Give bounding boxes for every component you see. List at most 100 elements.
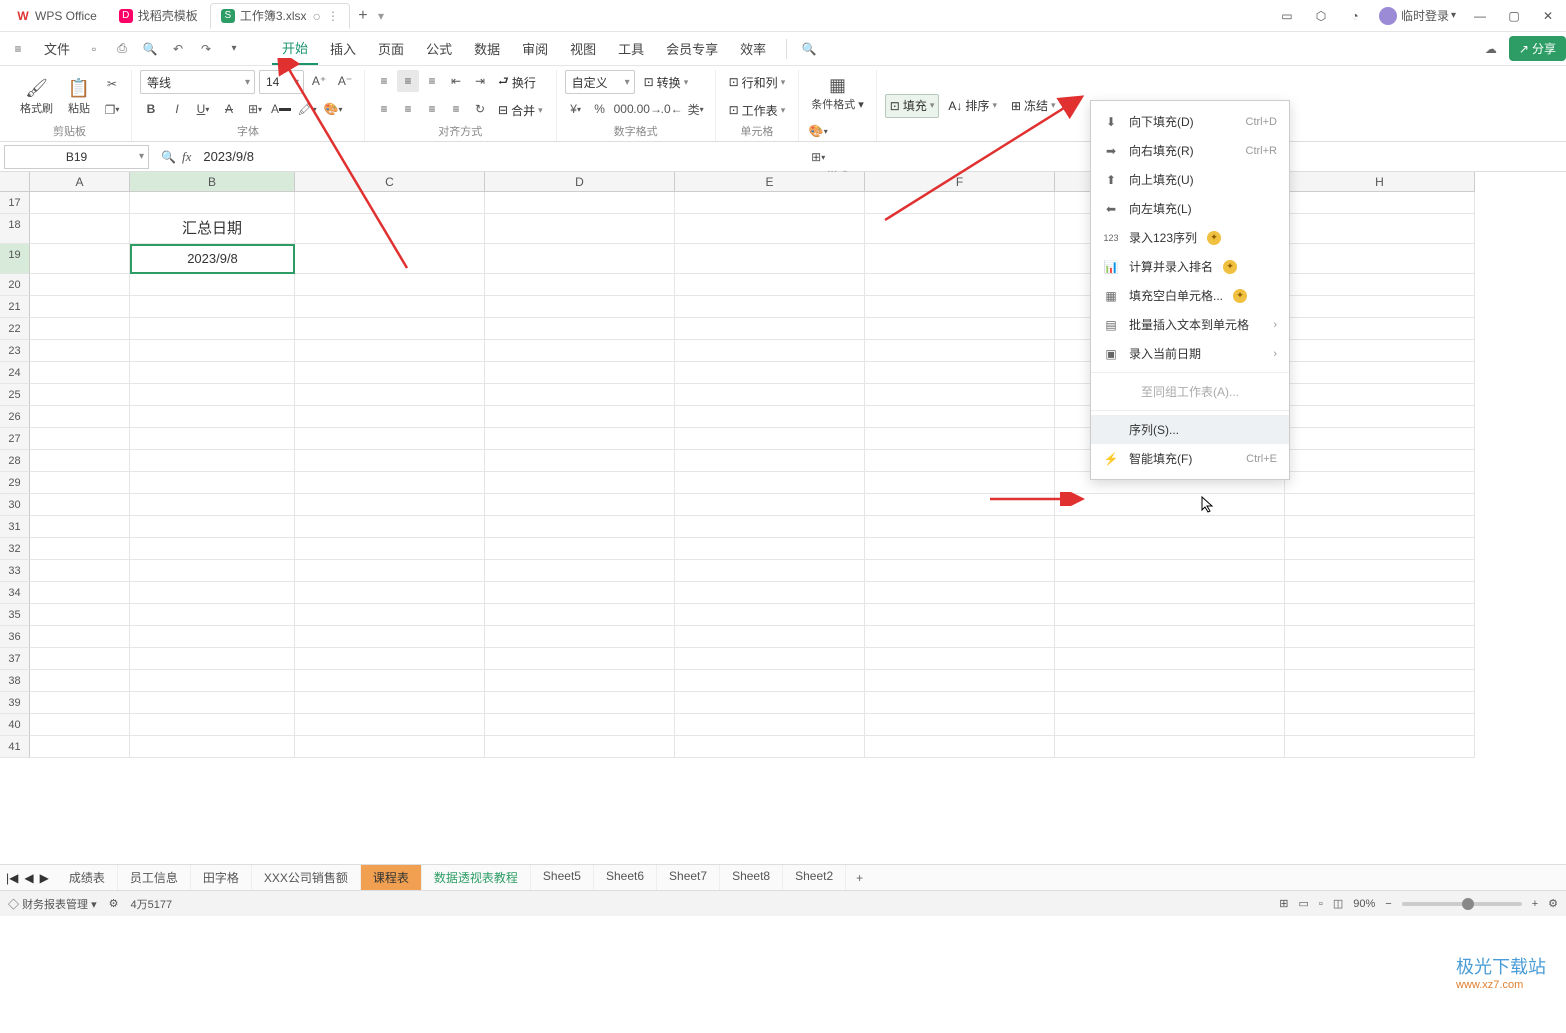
cell[interactable] xyxy=(130,670,295,692)
cell[interactable] xyxy=(130,560,295,582)
status-left[interactable]: ◇ 财务报表管理 ▾ xyxy=(8,896,97,912)
cell[interactable] xyxy=(30,494,130,516)
search-icon[interactable]: 🔍 xyxy=(797,37,821,61)
row-header[interactable]: 40 xyxy=(0,714,30,736)
zoom-slider[interactable] xyxy=(1402,902,1522,906)
type-icon[interactable]: 类▾ xyxy=(685,98,707,120)
row-header[interactable]: 24 xyxy=(0,362,30,384)
font-shrink-icon[interactable]: A⁻ xyxy=(334,70,356,92)
cell[interactable] xyxy=(675,244,865,274)
align-justify-icon[interactable]: ≡ xyxy=(445,98,467,120)
fill-down-item[interactable]: ⬇向下填充(D)Ctrl+D xyxy=(1091,107,1289,136)
sheet-tab[interactable]: Sheet8 xyxy=(720,865,783,890)
cell[interactable] xyxy=(1285,692,1475,714)
row-header[interactable]: 32 xyxy=(0,538,30,560)
tab-workbook[interactable]: S工作簿3.xlsx○⋮ xyxy=(210,3,350,29)
cell[interactable] xyxy=(295,340,485,362)
cell[interactable] xyxy=(295,244,485,274)
cell[interactable] xyxy=(130,538,295,560)
share-button[interactable]: ↗ 分享 xyxy=(1509,36,1566,61)
numfmt-select[interactable]: 自定义 xyxy=(565,70,635,94)
format-painter-button[interactable]: 🖌格式刷 xyxy=(16,74,57,120)
cell[interactable] xyxy=(295,560,485,582)
fill-up-item[interactable]: ⬆向上填充(U) xyxy=(1091,165,1289,194)
cell[interactable] xyxy=(675,406,865,428)
cell[interactable] xyxy=(485,296,675,318)
cell[interactable] xyxy=(295,362,485,384)
add-sheet-button[interactable]: + xyxy=(846,867,873,889)
cell[interactable] xyxy=(1055,648,1285,670)
worksheet-button[interactable]: ⊡工作表▾ xyxy=(724,98,791,122)
cell[interactable] xyxy=(130,736,295,758)
cell[interactable] xyxy=(1285,318,1475,340)
cell[interactable] xyxy=(675,450,865,472)
sheet-tab[interactable]: XXX公司销售额 xyxy=(252,865,361,890)
cell[interactable] xyxy=(485,626,675,648)
menu-data[interactable]: 数据 xyxy=(464,33,510,64)
cell[interactable] xyxy=(1285,648,1475,670)
font-color-icon[interactable]: A xyxy=(270,98,292,120)
cell[interactable] xyxy=(485,494,675,516)
cell[interactable] xyxy=(865,626,1055,648)
cell[interactable] xyxy=(485,428,675,450)
cell[interactable] xyxy=(675,192,865,214)
row-header[interactable]: 39 xyxy=(0,692,30,714)
fill-batch-text-item[interactable]: ▤批量插入文本到单元格› xyxy=(1091,310,1289,339)
cell[interactable] xyxy=(130,192,295,214)
cell[interactable] xyxy=(30,362,130,384)
row-header[interactable]: 19 xyxy=(0,244,30,274)
row-header[interactable]: 33 xyxy=(0,560,30,582)
cell[interactable] xyxy=(130,626,295,648)
font-size-select[interactable]: 14 xyxy=(259,70,304,94)
cell[interactable] xyxy=(1055,736,1285,758)
cell[interactable] xyxy=(30,516,130,538)
cell[interactable] xyxy=(675,214,865,244)
cell[interactable] xyxy=(295,692,485,714)
cell[interactable] xyxy=(295,192,485,214)
cell[interactable] xyxy=(1055,538,1285,560)
minimize-icon[interactable]: — xyxy=(1470,6,1490,26)
menu-page[interactable]: 页面 xyxy=(368,33,414,64)
cell[interactable] xyxy=(130,450,295,472)
row-header[interactable]: 37 xyxy=(0,648,30,670)
cell[interactable] xyxy=(30,384,130,406)
zoom-level[interactable]: 90% xyxy=(1353,898,1375,910)
tabscroll-next-icon[interactable]: ▶ xyxy=(40,871,49,885)
percent-icon[interactable]: % xyxy=(589,98,611,120)
row-header[interactable]: 28 xyxy=(0,450,30,472)
row-header[interactable]: 34 xyxy=(0,582,30,604)
merge-button[interactable]: ⊟合并▾ xyxy=(493,98,548,122)
col-header[interactable]: F xyxy=(865,172,1055,192)
save-icon[interactable]: ▫ xyxy=(82,37,106,61)
cell[interactable] xyxy=(30,340,130,362)
row-header[interactable]: 31 xyxy=(0,516,30,538)
cell[interactable] xyxy=(675,362,865,384)
cell[interactable] xyxy=(30,648,130,670)
cell[interactable] xyxy=(30,626,130,648)
row-header[interactable]: 21 xyxy=(0,296,30,318)
cell[interactable] xyxy=(30,692,130,714)
row-header[interactable]: 35 xyxy=(0,604,30,626)
menu-efficiency[interactable]: 效率 xyxy=(730,33,776,64)
cell[interactable] xyxy=(1285,340,1475,362)
cell[interactable] xyxy=(865,340,1055,362)
highlight-icon[interactable]: 🖍▾ xyxy=(296,98,318,120)
cell[interactable] xyxy=(30,472,130,494)
row-header[interactable]: 36 xyxy=(0,626,30,648)
cell[interactable] xyxy=(865,406,1055,428)
cell[interactable] xyxy=(295,450,485,472)
zoom-lens-icon[interactable]: 🔍 xyxy=(161,150,176,164)
row-header[interactable]: 20 xyxy=(0,274,30,296)
freeze-button[interactable]: ⊞ 冻结▾ xyxy=(1006,94,1061,118)
sheet-tab[interactable]: 员工信息 xyxy=(118,865,191,890)
cell[interactable] xyxy=(130,428,295,450)
rowcol-button[interactable]: ⊡行和列▾ xyxy=(724,70,791,94)
border-icon[interactable]: ⊞▾ xyxy=(244,98,266,120)
cell[interactable] xyxy=(130,648,295,670)
cell[interactable] xyxy=(130,274,295,296)
align-top-icon[interactable]: ≡ xyxy=(373,70,395,92)
cell[interactable] xyxy=(675,472,865,494)
row-header[interactable]: 26 xyxy=(0,406,30,428)
cell[interactable] xyxy=(865,516,1055,538)
menu-tools[interactable]: 工具 xyxy=(608,33,654,64)
